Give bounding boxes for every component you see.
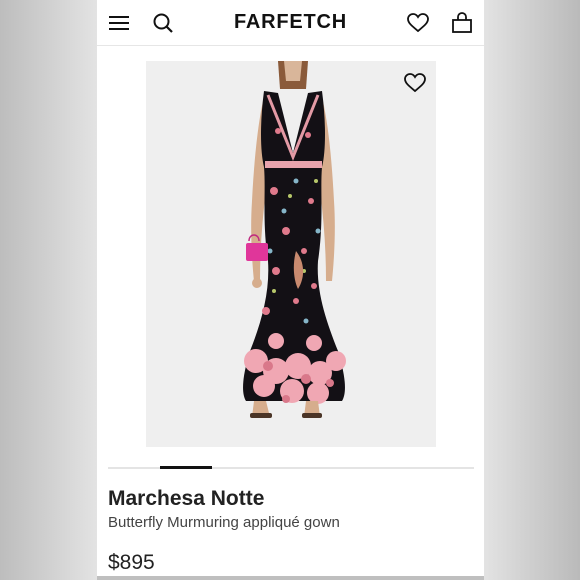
bag-icon[interactable] — [450, 11, 474, 35]
bottom-edge — [97, 576, 484, 580]
product-name: Butterfly Murmuring appliqué gown — [108, 514, 340, 531]
app-screen: FARFETCH Marchesa Notte Butterfly Murmur… — [97, 0, 484, 580]
product-wishlist-icon[interactable] — [404, 73, 426, 93]
dress-image — [146, 61, 436, 447]
background-left — [0, 0, 97, 580]
product-price: $895 — [108, 551, 155, 574]
product-brand[interactable]: Marchesa Notte — [108, 487, 264, 511]
gallery-progress-active — [160, 466, 212, 469]
product-image[interactable] — [146, 61, 436, 447]
gallery-progress[interactable] — [108, 466, 474, 469]
wishlist-icon[interactable] — [406, 11, 430, 35]
background-right — [484, 0, 580, 580]
top-nav: FARFETCH — [97, 0, 484, 46]
